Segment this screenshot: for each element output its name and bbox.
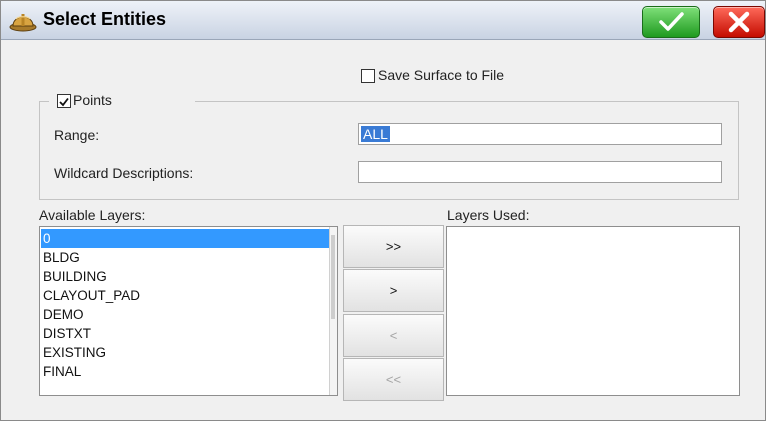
available-layers-list[interactable]: 0 BLDG BUILDING CLAYOUT_PAD DEMO DISTXT …: [39, 226, 338, 396]
points-group: [39, 101, 739, 200]
close-x-icon: [728, 11, 750, 33]
wildcard-label: Wildcard Descriptions:: [54, 165, 194, 181]
add-layer-button[interactable]: >: [343, 269, 444, 312]
points-checkbox[interactable]: [57, 94, 71, 108]
save-surface-label: Save Surface to File: [378, 67, 505, 83]
range-value: ALL: [361, 126, 390, 142]
remove-layer-button[interactable]: <: [343, 314, 444, 357]
dialog-title: Select Entities: [43, 9, 167, 29]
layers-used-list[interactable]: [446, 226, 740, 396]
checkmark-icon: [59, 97, 69, 107]
layer-item[interactable]: BUILDING: [41, 267, 331, 286]
add-all-layers-button[interactable]: >>: [343, 225, 444, 268]
checkmark-icon: [659, 12, 684, 31]
scroll-thumb[interactable]: [331, 235, 335, 319]
wildcard-field[interactable]: [358, 161, 722, 183]
available-layers-label: Available Layers:: [39, 207, 146, 223]
layer-item[interactable]: DISTXT: [41, 324, 331, 343]
layers-used-label: Layers Used:: [447, 207, 530, 223]
select-entities-dialog: Select Entities Save Surface to File Poi…: [0, 0, 766, 421]
range-field[interactable]: ALL: [358, 123, 722, 145]
available-layers-scrollbar[interactable]: [329, 227, 337, 395]
layer-item[interactable]: BLDG: [41, 248, 331, 267]
title-bar: Select Entities: [1, 1, 765, 40]
range-label: Range:: [54, 127, 100, 143]
layer-item[interactable]: CLAYOUT_PAD: [41, 286, 331, 305]
save-surface-checkbox[interactable]: [361, 69, 375, 83]
hard-hat-icon: [9, 8, 37, 32]
cancel-button[interactable]: [713, 6, 765, 38]
layer-item[interactable]: EXISTING: [41, 343, 331, 362]
layer-item[interactable]: FINAL: [41, 362, 331, 381]
ok-button[interactable]: [642, 6, 700, 38]
layer-item[interactable]: 0: [41, 229, 331, 248]
layer-item[interactable]: DEMO: [41, 305, 331, 324]
points-label: Points: [73, 92, 112, 108]
remove-all-layers-button[interactable]: <<: [343, 358, 444, 401]
